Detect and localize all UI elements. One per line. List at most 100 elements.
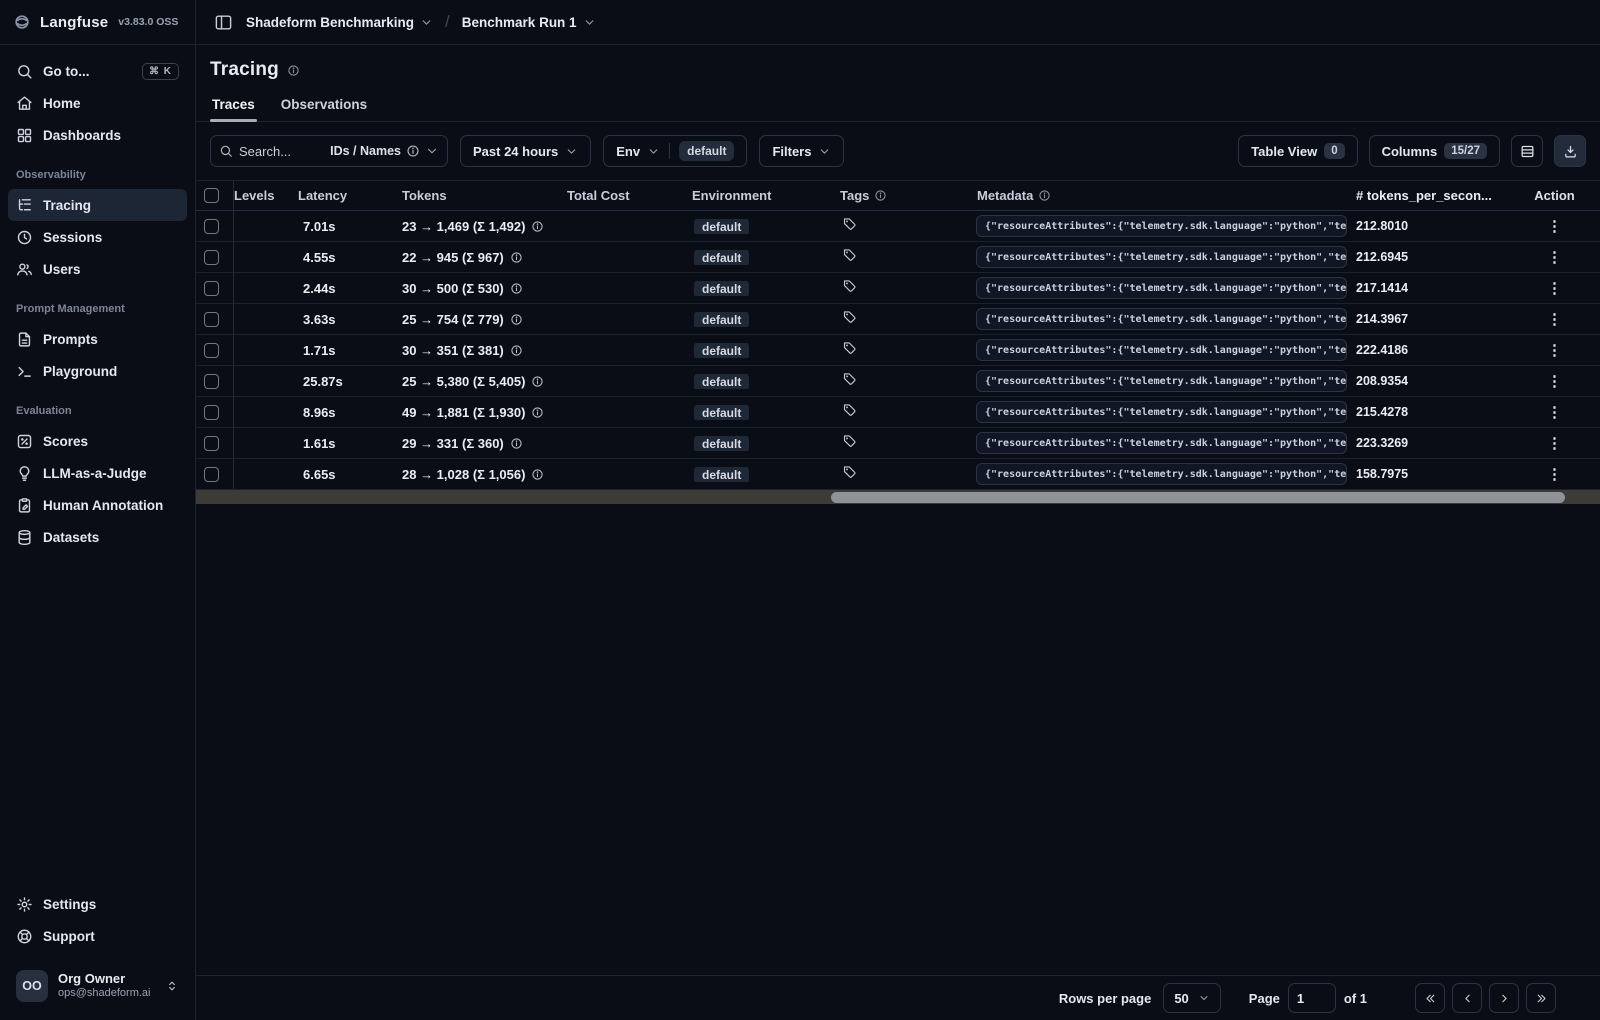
- header-cell-tags[interactable]: Tags: [838, 188, 975, 203]
- goto-button[interactable]: Go to... ⌘ K: [8, 55, 187, 87]
- metadata-cell[interactable]: {"resourceAttributes":{"telemetry.sdk.la…: [975, 246, 1350, 268]
- sidebar-item-human-annotation[interactable]: Human Annotation: [8, 489, 187, 521]
- row-checkbox[interactable]: [204, 311, 219, 327]
- info-icon[interactable]: [531, 220, 544, 233]
- row-actions-menu-icon[interactable]: ⋮: [1547, 374, 1562, 389]
- row-checkbox[interactable]: [204, 249, 219, 265]
- table-view-button[interactable]: Table View 0: [1238, 135, 1358, 167]
- metadata-cell[interactable]: {"resourceAttributes":{"telemetry.sdk.la…: [975, 308, 1350, 330]
- tags-cell[interactable]: [838, 465, 975, 483]
- search-input[interactable]: [239, 143, 313, 159]
- sidebar-item-dashboards[interactable]: Dashboards: [8, 119, 187, 151]
- info-icon[interactable]: [531, 468, 544, 481]
- metadata-pill[interactable]: {"resourceAttributes":{"telemetry.sdk.la…: [976, 463, 1347, 485]
- sidebar-item-settings[interactable]: Settings: [8, 888, 187, 920]
- table-row[interactable]: 6.65s 28 → 1,028 (Σ 1,056) default {"res…: [196, 459, 1600, 490]
- table-row[interactable]: 25.87s 25 → 5,380 (Σ 5,405) default {"re…: [196, 366, 1600, 397]
- info-icon[interactable]: [510, 437, 523, 450]
- info-icon[interactable]: [510, 344, 523, 357]
- info-icon[interactable]: [510, 313, 523, 326]
- row-actions-menu-icon[interactable]: ⋮: [1547, 281, 1562, 296]
- row-actions-menu-icon[interactable]: ⋮: [1547, 312, 1562, 327]
- tags-cell[interactable]: [838, 403, 975, 421]
- metadata-pill[interactable]: {"resourceAttributes":{"telemetry.sdk.la…: [976, 308, 1347, 330]
- metadata-cell[interactable]: {"resourceAttributes":{"telemetry.sdk.la…: [975, 401, 1350, 423]
- row-checkbox[interactable]: [204, 342, 219, 358]
- table-row[interactable]: 1.71s 30 → 351 (Σ 381) default {"resourc…: [196, 335, 1600, 366]
- info-icon[interactable]: [510, 282, 523, 295]
- metadata-pill[interactable]: {"resourceAttributes":{"telemetry.sdk.la…: [976, 277, 1347, 299]
- header-cell-tokens-per-second[interactable]: # tokens_per_secon...: [1350, 188, 1523, 203]
- row-actions-menu-icon[interactable]: ⋮: [1547, 436, 1562, 451]
- row-actions-menu-icon[interactable]: ⋮: [1547, 219, 1562, 234]
- select-all-checkbox[interactable]: [204, 188, 219, 203]
- table-row[interactable]: 2.44s 30 → 500 (Σ 530) default {"resourc…: [196, 273, 1600, 304]
- header-cell-total-cost[interactable]: Total Cost: [565, 188, 690, 203]
- sidebar-item-tracing[interactable]: Tracing: [8, 189, 187, 221]
- metadata-pill[interactable]: {"resourceAttributes":{"telemetry.sdk.la…: [976, 432, 1347, 454]
- tags-cell[interactable]: [838, 217, 975, 235]
- row-checkbox[interactable]: [204, 466, 219, 482]
- header-cell-metadata[interactable]: Metadata: [975, 188, 1350, 203]
- header-cell-environment[interactable]: Environment: [690, 188, 838, 203]
- breadcrumb-org[interactable]: Shadeform Benchmarking: [246, 15, 433, 30]
- breadcrumb-project[interactable]: Benchmark Run 1: [462, 15, 596, 30]
- horizontal-scrollbar[interactable]: [196, 490, 1600, 504]
- tab-traces[interactable]: Traces: [210, 91, 257, 122]
- metadata-pill[interactable]: {"resourceAttributes":{"telemetry.sdk.la…: [976, 246, 1347, 268]
- metadata-cell[interactable]: {"resourceAttributes":{"telemetry.sdk.la…: [975, 370, 1350, 392]
- header-cell-tokens[interactable]: Tokens: [400, 188, 565, 203]
- sidebar-item-datasets[interactable]: Datasets: [8, 521, 187, 553]
- header-cell-latency[interactable]: Latency: [296, 188, 400, 203]
- metadata-cell[interactable]: {"resourceAttributes":{"telemetry.sdk.la…: [975, 463, 1350, 485]
- row-checkbox[interactable]: [204, 404, 219, 420]
- user-menu[interactable]: OO Org Owner ops@shadeform.ai: [8, 962, 187, 1010]
- tags-cell[interactable]: [838, 279, 975, 297]
- metadata-pill[interactable]: {"resourceAttributes":{"telemetry.sdk.la…: [976, 215, 1347, 237]
- next-page-button[interactable]: [1489, 983, 1519, 1013]
- metadata-cell[interactable]: {"resourceAttributes":{"telemetry.sdk.la…: [975, 215, 1350, 237]
- row-checkbox[interactable]: [204, 218, 219, 234]
- tags-cell[interactable]: [838, 341, 975, 359]
- header-cell-levels[interactable]: Levels: [234, 188, 296, 203]
- sidebar-item-home[interactable]: Home: [8, 87, 187, 119]
- row-actions-menu-icon[interactable]: ⋮: [1547, 467, 1562, 482]
- metadata-pill[interactable]: {"resourceAttributes":{"telemetry.sdk.la…: [976, 339, 1347, 361]
- table-row[interactable]: 7.01s 23 → 1,469 (Σ 1,492) default {"res…: [196, 211, 1600, 242]
- tags-cell[interactable]: [838, 310, 975, 328]
- last-page-button[interactable]: [1526, 983, 1556, 1013]
- metadata-cell[interactable]: {"resourceAttributes":{"telemetry.sdk.la…: [975, 277, 1350, 299]
- filters-button[interactable]: Filters: [759, 135, 845, 167]
- sidebar-item-llm-judge[interactable]: LLM-as-a-Judge: [8, 457, 187, 489]
- row-checkbox[interactable]: [204, 280, 219, 296]
- sidebar-item-sessions[interactable]: Sessions: [8, 221, 187, 253]
- row-height-button[interactable]: [1511, 135, 1543, 167]
- previous-page-button[interactable]: [1452, 983, 1482, 1013]
- row-actions-menu-icon[interactable]: ⋮: [1547, 343, 1562, 358]
- metadata-cell[interactable]: {"resourceAttributes":{"telemetry.sdk.la…: [975, 339, 1350, 361]
- row-actions-menu-icon[interactable]: ⋮: [1547, 250, 1562, 265]
- page-number-input[interactable]: [1287, 983, 1336, 1013]
- row-checkbox[interactable]: [204, 435, 219, 451]
- table-row[interactable]: 1.61s 29 → 331 (Σ 360) default {"resourc…: [196, 428, 1600, 459]
- table-row[interactable]: 8.96s 49 → 1,881 (Σ 1,930) default {"res…: [196, 397, 1600, 428]
- sidebar-toggle-button[interactable]: [210, 9, 236, 35]
- table-row[interactable]: 4.55s 22 → 945 (Σ 967) default {"resourc…: [196, 242, 1600, 273]
- search-mode-dropdown[interactable]: IDs / Names: [330, 144, 439, 158]
- sidebar-item-users[interactable]: Users: [8, 253, 187, 285]
- info-icon[interactable]: [510, 251, 523, 264]
- info-icon[interactable]: [531, 375, 544, 388]
- row-checkbox[interactable]: [204, 373, 219, 389]
- metadata-cell[interactable]: {"resourceAttributes":{"telemetry.sdk.la…: [975, 432, 1350, 454]
- first-page-button[interactable]: [1415, 983, 1445, 1013]
- export-button[interactable]: [1554, 135, 1586, 167]
- tags-cell[interactable]: [838, 248, 975, 266]
- tags-cell[interactable]: [838, 372, 975, 390]
- metadata-pill[interactable]: {"resourceAttributes":{"telemetry.sdk.la…: [976, 401, 1347, 423]
- info-icon[interactable]: [531, 406, 544, 419]
- env-filter-button[interactable]: Env default: [603, 135, 748, 167]
- metadata-pill[interactable]: {"resourceAttributes":{"telemetry.sdk.la…: [976, 370, 1347, 392]
- search-box[interactable]: IDs / Names: [210, 135, 448, 167]
- info-icon[interactable]: [287, 64, 300, 77]
- table-row[interactable]: 3.63s 25 → 754 (Σ 779) default {"resourc…: [196, 304, 1600, 335]
